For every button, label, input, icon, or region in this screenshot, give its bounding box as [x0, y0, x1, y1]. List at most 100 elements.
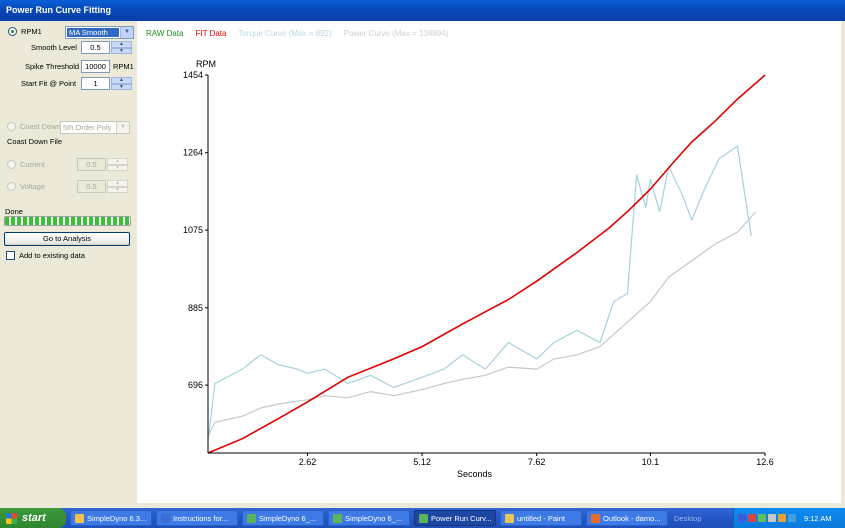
legend-fit-data: FIT Data: [195, 29, 227, 38]
voltage-radio[interactable]: [7, 182, 16, 191]
y-axis-label: RPM: [196, 59, 216, 69]
rpm-radio[interactable]: [8, 27, 17, 36]
app-icon: [161, 513, 170, 523]
taskbar-button[interactable]: SimpleDyno 6_...: [328, 510, 410, 526]
stepper-down-icon[interactable]: ▼: [107, 186, 128, 193]
rpm-label: RPM1: [21, 27, 42, 36]
window-title-bar[interactable]: Power Run Curve Fitting: [0, 0, 845, 21]
tray-icon[interactable]: [758, 514, 766, 522]
start-fit-input[interactable]: 1: [81, 77, 110, 90]
spike-threshold-label: Spike Threshold: [25, 62, 80, 71]
voltage-label: Voltage: [20, 182, 46, 191]
chart-legend: RAW Data FIT Data Torque Curve (Max = 89…: [146, 29, 448, 38]
app-icon: [333, 513, 342, 523]
start-button[interactable]: start: [0, 508, 66, 528]
smoothing-mode-value: MA Smooth: [67, 28, 119, 37]
legend-power-curve: Power Curve (Max = 134894): [343, 29, 449, 38]
smooth-level-stepper[interactable]: ▲ ▼: [111, 41, 132, 54]
y-tick-label: 1454: [183, 70, 203, 80]
y-tick-label: 1075: [183, 225, 203, 235]
app-icon: [247, 513, 256, 523]
series-line-fit: [207, 74, 766, 454]
current-row[interactable]: Current: [7, 160, 45, 169]
smoothing-mode-select[interactable]: MA Smooth ▼: [65, 26, 134, 39]
start-fit-stepper[interactable]: ▲ ▼: [111, 77, 132, 90]
status-text: Done: [5, 207, 23, 216]
x-tick-label: 2.62: [299, 457, 317, 467]
tray-icon[interactable]: [738, 514, 746, 522]
taskbar-button-label: Power Run Curv...: [431, 513, 492, 523]
start-label: start: [22, 512, 46, 524]
taskbar-button[interactable]: untitled - Paint: [500, 510, 582, 526]
taskbar-button-label: SimpleDyno 6_...: [259, 513, 317, 523]
progress-fill: [5, 217, 130, 225]
taskbar-button-label: Outlook - damo...: [603, 513, 661, 523]
coast-down-file-label: Coast Down File: [7, 137, 63, 146]
clock[interactable]: 9:12 AM: [804, 514, 832, 523]
current-input[interactable]: 0.5: [77, 158, 106, 171]
tray-icon[interactable]: [748, 514, 756, 522]
voltage-stepper[interactable]: ▲ ▼: [107, 180, 128, 193]
coast-down-value: 5th Order Poly: [63, 123, 112, 132]
start-fit-label: Start Fit @ Point: [21, 79, 77, 88]
app-icon: [419, 513, 428, 523]
taskbar-button[interactable]: SimpleDyno 6_...: [242, 510, 324, 526]
y-tick-label: 696: [188, 380, 203, 390]
voltage-row[interactable]: Voltage: [7, 182, 45, 191]
x-tick-label: 5.12: [413, 457, 431, 467]
voltage-input[interactable]: 0.5: [77, 180, 106, 193]
desktop-toolbar-label[interactable]: Desktop: [674, 514, 702, 523]
series-line-torque: [207, 145, 752, 441]
taskbar-button-label: Instructions for...: [173, 513, 229, 523]
current-stepper[interactable]: ▲ ▼: [107, 158, 128, 171]
taskbar-button[interactable]: SimpleDyno 6.3...: [70, 510, 152, 526]
tray-icon[interactable]: [768, 514, 776, 522]
taskbar-button-label: untitled - Paint: [517, 513, 565, 523]
legend-raw-data: RAW Data: [146, 29, 184, 38]
window-right-border: [841, 21, 845, 508]
taskbar-button-label: SimpleDyno 6.3...: [87, 513, 147, 523]
progress-bar: [4, 216, 131, 226]
x-axis-label: Seconds: [457, 469, 493, 479]
chevron-down-icon[interactable]: ▼: [120, 27, 133, 38]
legend-torque-curve: Torque Curve (Max = 892): [238, 29, 332, 38]
stepper-down-icon[interactable]: ▼: [111, 47, 132, 54]
taskbar-button[interactable]: Power Run Curv...: [414, 510, 496, 526]
tray-icon[interactable]: [778, 514, 786, 522]
taskbar-button[interactable]: Instructions for...: [156, 510, 238, 526]
coast-down-row[interactable]: Coast Down: [7, 122, 61, 131]
windows-flag-icon: [6, 512, 17, 524]
y-tick-label: 1264: [183, 148, 203, 158]
coast-down-label: Coast Down: [20, 122, 61, 131]
spike-threshold-input[interactable]: 10000: [81, 60, 110, 73]
window-title: Power Run Curve Fitting: [6, 5, 112, 15]
settings-panel: RPM1 MA Smooth ▼ Smooth Level 0.5 ▲ ▼ Spi…: [0, 21, 137, 508]
chevron-down-icon[interactable]: ▼: [116, 122, 129, 133]
app-icon: [591, 513, 600, 523]
x-tick-label: 12.6: [756, 457, 774, 467]
smooth-level-input[interactable]: 0.5: [81, 41, 110, 54]
rpm-radio-row[interactable]: RPM1: [8, 27, 42, 36]
coast-down-radio[interactable]: [7, 122, 16, 131]
add-existing-checkbox[interactable]: [6, 251, 15, 260]
go-to-analysis-button[interactable]: Go to Analysis: [4, 232, 130, 246]
series-line-power: [207, 211, 757, 437]
smooth-level-label: Smooth Level: [31, 43, 77, 52]
taskbar-button-label: SimpleDyno 6_...: [345, 513, 403, 523]
chart-area: RAW Data FIT Data Torque Curve (Max = 89…: [137, 21, 841, 503]
current-label: Current: [20, 160, 46, 169]
x-tick-label: 10.1: [642, 457, 660, 467]
tray-icon[interactable]: [788, 514, 796, 522]
current-radio[interactable]: [7, 160, 16, 169]
taskbar-button[interactable]: Outlook - damo...: [586, 510, 668, 526]
app-icon: [75, 513, 84, 523]
add-existing-row[interactable]: Add to existing data: [6, 251, 85, 260]
stepper-down-icon[interactable]: ▼: [107, 164, 128, 171]
app-icon: [505, 513, 514, 523]
spike-threshold-unit: RPM1: [113, 62, 134, 71]
x-tick-label: 7.62: [528, 457, 546, 467]
system-tray: 9:12 AM: [733, 508, 845, 528]
stepper-down-icon[interactable]: ▼: [111, 83, 132, 90]
rpm-chart: 696 885 1075 1264 1454 2.62 5.12 7.62 10.1 12.6 R…: [183, 59, 774, 479]
coast-down-select[interactable]: 5th Order Poly ▼: [60, 121, 130, 134]
